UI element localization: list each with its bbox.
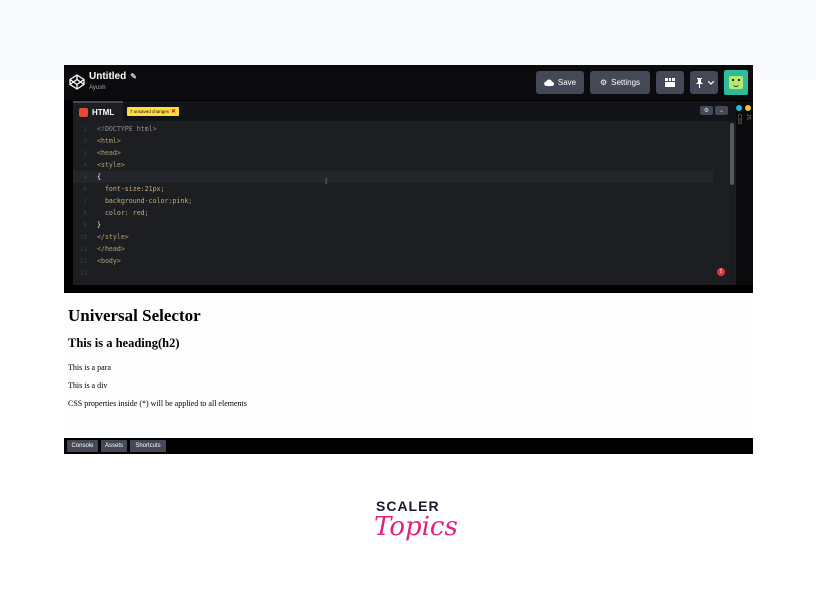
cloud-icon: [543, 79, 554, 86]
editor-collapse-button[interactable]: ⌄: [715, 106, 728, 115]
line-number: 2: [83, 137, 87, 145]
line-text: {: [97, 173, 101, 181]
line-number: 4: [83, 161, 87, 169]
preview-heading-h1: Universal Selector: [68, 306, 201, 325]
line-number: 12: [79, 257, 87, 265]
app-header: Untitled ✎ Ayush Save ⚙ Settings: [64, 65, 753, 100]
line-text: </style>: [97, 233, 129, 241]
shortcuts-button[interactable]: Shortcuts: [130, 440, 166, 452]
css-editor-label[interactable]: CSS: [736, 114, 742, 124]
pen-title-text[interactable]: Untitled: [89, 71, 126, 82]
pin-menu-button[interactable]: [690, 71, 718, 94]
code-line: 3 <head>: [73, 147, 713, 159]
unsaved-changes-badge[interactable]: 7 unsaved changes ✕: [127, 107, 180, 116]
line-number: 1: [83, 125, 87, 133]
line-text: </head>: [97, 245, 125, 253]
scrollbar-thumb[interactable]: [730, 123, 734, 185]
user-avatar[interactable]: [724, 70, 748, 95]
line-number: 8: [83, 209, 87, 217]
unsaved-changes-text: 7 unsaved changes: [130, 109, 170, 114]
gear-icon: ⚙: [703, 108, 710, 114]
line-text: <style>: [97, 161, 125, 169]
line-number: 5: [83, 173, 87, 181]
line-number: 7: [83, 197, 87, 205]
pen-title[interactable]: Untitled ✎: [89, 71, 137, 82]
line-number: 3: [83, 149, 87, 157]
code-area[interactable]: 1 <!DOCTYPE html> 2 <html> 3 <head> 4 <style…: [73, 123, 723, 283]
tab-html[interactable]: HTML: [73, 101, 123, 121]
close-icon[interactable]: ✕: [171, 108, 176, 115]
error-marker-icon[interactable]: !: [717, 268, 725, 276]
brand-topics: Topics: [374, 512, 458, 542]
collapsed-editors: CSS JS: [736, 101, 753, 285]
line-number: 6: [83, 185, 87, 193]
gear-icon: ⚙: [599, 78, 608, 87]
code-line: 6 font-size:21px;: [73, 183, 713, 195]
code-line: 10 </style>: [73, 231, 713, 243]
line-text: font-size:21px;: [97, 185, 165, 193]
editor-settings-button[interactable]: ⚙: [700, 106, 713, 115]
line-number: 13: [79, 269, 87, 277]
settings-button[interactable]: ⚙ Settings: [590, 71, 650, 94]
settings-label: Settings: [611, 78, 641, 87]
line-number: 9: [83, 221, 87, 229]
js-editor-label[interactable]: JS: [745, 114, 751, 120]
code-line: 7 background-color:pink;: [73, 195, 713, 207]
save-label: Save: [557, 78, 577, 87]
codepen-logo-icon[interactable]: [69, 74, 85, 90]
line-text: background-color:pink;: [97, 197, 193, 205]
code-line: 2 <html>: [73, 135, 713, 147]
preview-note: CSS properties inside (*) will be applie…: [68, 399, 247, 408]
code-line: 9}: [73, 219, 713, 231]
pin-icon: [695, 77, 703, 88]
code-line: 8 color: red;: [73, 207, 713, 219]
preview-div: This is a div: [68, 381, 108, 390]
code-line: 1 <!DOCTYPE html>: [73, 123, 713, 135]
change-view-button[interactable]: [656, 71, 684, 94]
code-line-active: 5{: [73, 171, 713, 183]
preview-heading-h2: This is a heading(h2): [68, 336, 180, 350]
chevron-down-icon: ⌄: [718, 108, 725, 114]
console-button[interactable]: Console: [67, 440, 98, 452]
footer-bar: Console Assets Shortcuts: [64, 438, 753, 454]
line-number: 10: [79, 233, 87, 241]
code-line: 12 <body>: [73, 255, 713, 267]
scaler-topics-logo: SCALER Topics: [372, 498, 458, 558]
editor-scrollbar[interactable]: [729, 121, 735, 285]
chevron-down-icon: [707, 80, 714, 85]
line-text: }: [97, 221, 101, 229]
edit-pencil-icon[interactable]: ✎: [130, 72, 137, 81]
tab-html-label: HTML: [92, 107, 115, 117]
save-button[interactable]: Save: [536, 71, 584, 94]
line-text: <head>: [97, 149, 121, 157]
html-editor: HTML 7 unsaved changes ✕ ⚙ ⌄ 1 <!DOCTYPE …: [73, 101, 736, 285]
codepen-window: Untitled ✎ Ayush Save ⚙ Settings HTML 7 …: [64, 65, 753, 454]
result-preview: Universal Selector This is a heading(h2)…: [64, 293, 753, 438]
author-name[interactable]: Ayush: [89, 85, 106, 91]
code-line: 4 <style>: [73, 159, 713, 171]
line-text: <body>: [97, 257, 121, 265]
assets-button[interactable]: Assets: [101, 440, 127, 452]
css-editor-icon[interactable]: [736, 105, 742, 111]
html-icon: [79, 107, 88, 117]
editor-tab-bar: HTML 7 unsaved changes ✕ ⚙ ⌄: [73, 101, 736, 121]
layout-icon: [665, 78, 675, 87]
line-text: <html>: [97, 137, 121, 145]
line-text: <!DOCTYPE html>: [97, 125, 157, 133]
line-text: color: red;: [97, 209, 149, 217]
js-editor-icon[interactable]: [745, 105, 751, 111]
preview-paragraph: This is a para: [68, 363, 111, 372]
line-number: 11: [79, 245, 87, 253]
code-line: 11 </head>: [73, 243, 713, 255]
code-line: 13: [73, 267, 713, 279]
text-cursor-icon: I: [325, 177, 328, 186]
